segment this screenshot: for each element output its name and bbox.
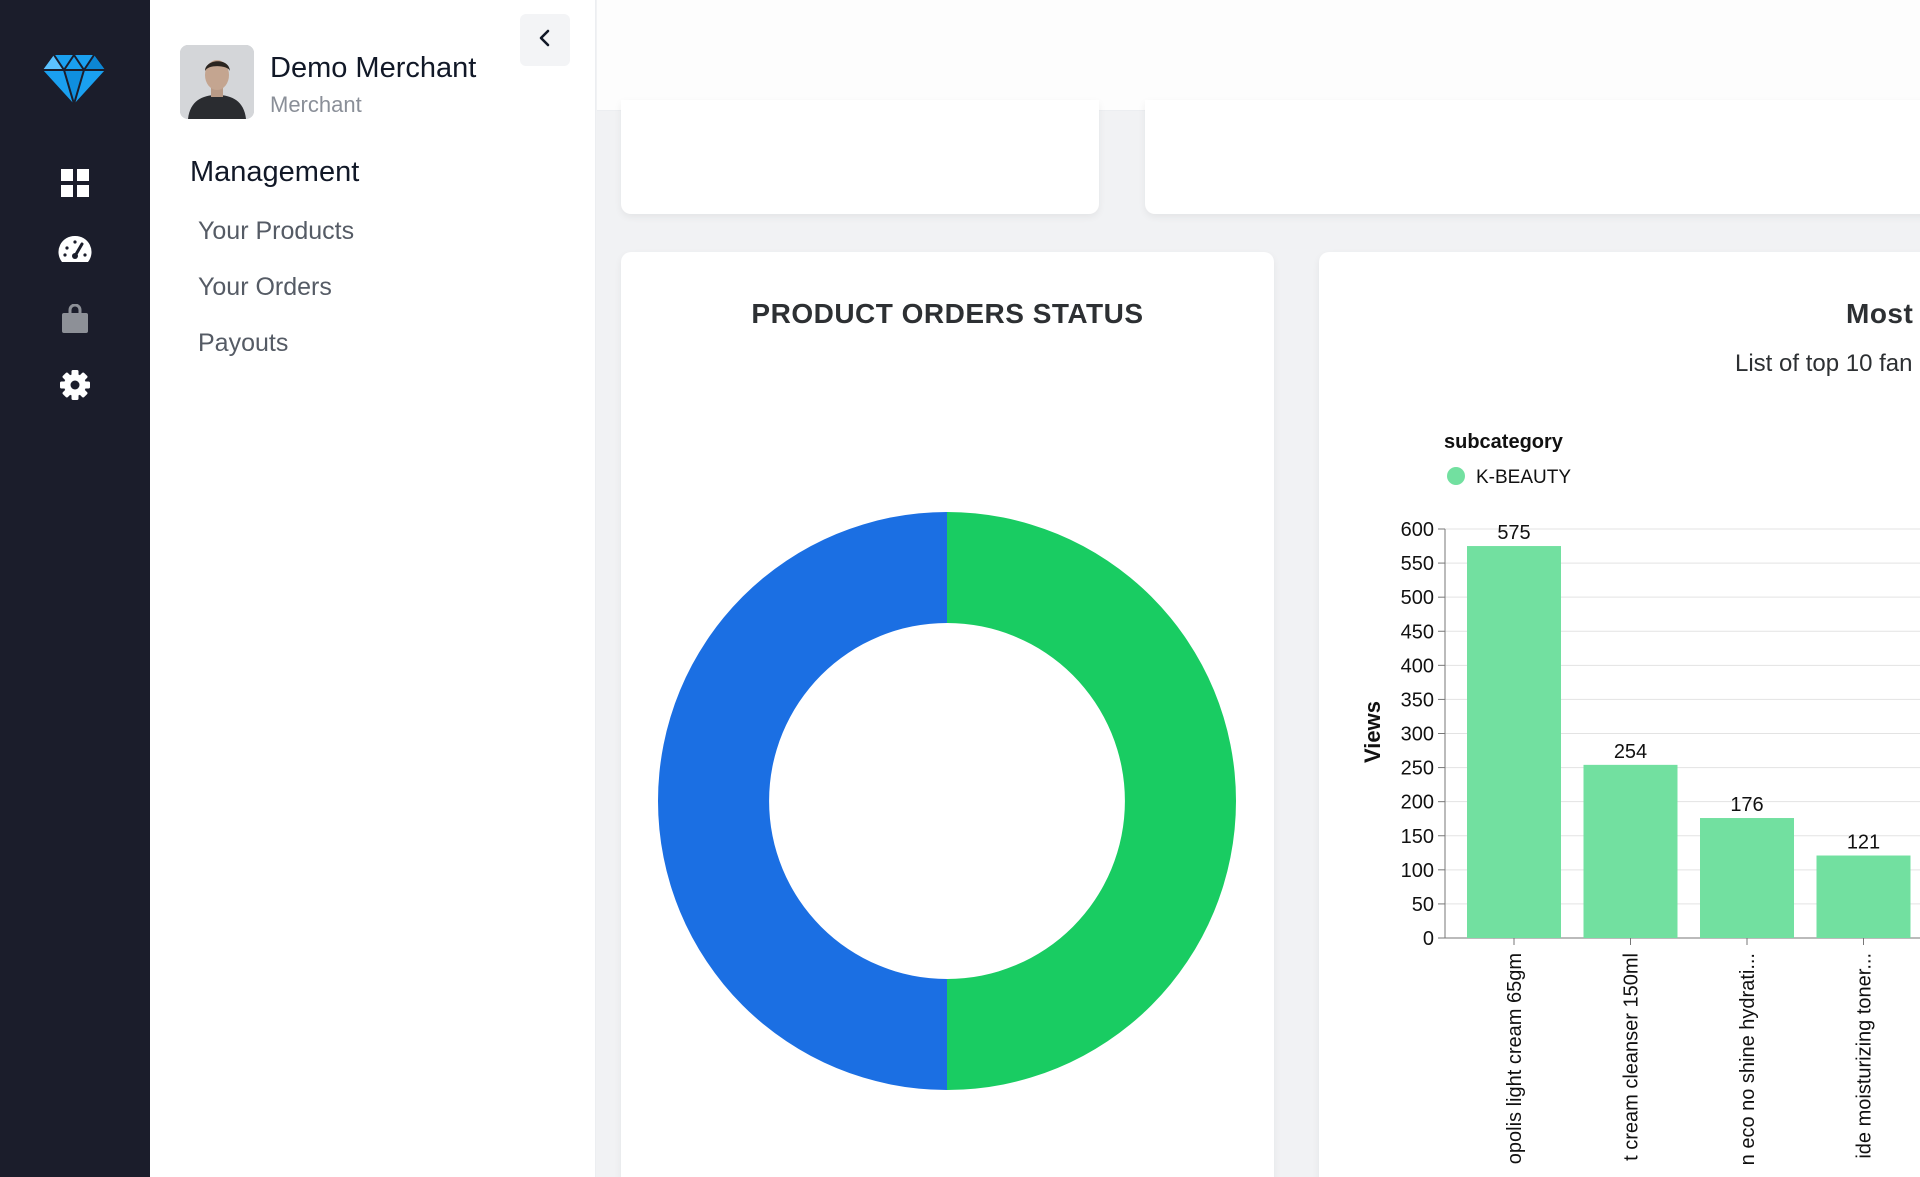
y-tick-label: 200 xyxy=(1401,792,1434,814)
top-bar xyxy=(597,0,1920,111)
stat-card xyxy=(621,100,1099,214)
bar[interactable] xyxy=(1816,855,1911,938)
y-tick-label: 350 xyxy=(1401,689,1434,711)
y-tick-label: 50 xyxy=(1412,894,1434,916)
bar[interactable] xyxy=(1700,818,1794,938)
chevron-left-icon xyxy=(538,28,552,53)
y-tick-label: 600 xyxy=(1401,519,1434,541)
icon-rail xyxy=(0,0,150,1177)
collapse-sidebar-button[interactable] xyxy=(520,14,570,66)
y-tick-label: 100 xyxy=(1401,860,1434,882)
legend-label: K-BEAUTY xyxy=(1476,467,1571,488)
donut-chart xyxy=(658,512,1236,1090)
x-tick-label: t cream cleanser 150ml xyxy=(1621,953,1643,1161)
y-tick-label: 300 xyxy=(1401,724,1434,746)
bar[interactable] xyxy=(1583,764,1678,938)
dashboard-grid-icon[interactable] xyxy=(58,166,92,200)
shopping-bag-icon[interactable] xyxy=(58,302,92,336)
y-tick-label: 250 xyxy=(1401,758,1434,780)
stat-card xyxy=(1145,100,1920,214)
sidebar-item-your-orders[interactable]: Your Orders xyxy=(198,273,332,302)
diamond-logo-icon[interactable] xyxy=(42,53,106,110)
user-role: Merchant xyxy=(270,92,362,117)
bar-data-label: 575 xyxy=(1497,522,1530,544)
legend-title: subcategory xyxy=(1444,431,1564,453)
y-axis-label: Views xyxy=(1360,701,1385,763)
legend-swatch xyxy=(1447,467,1465,485)
bar-data-label: 176 xyxy=(1730,794,1763,816)
x-tick-label: opolis light cream 65gm xyxy=(1504,953,1526,1164)
speedometer-icon[interactable] xyxy=(58,233,92,267)
y-tick-label: 550 xyxy=(1401,553,1434,575)
management-sidebar: Demo Merchant Merchant Management Your P… xyxy=(150,0,596,1177)
bar-data-label: 121 xyxy=(1847,832,1880,854)
donut-slice[interactable] xyxy=(658,512,947,1090)
y-tick-label: 150 xyxy=(1401,826,1434,848)
x-tick-label: n eco no shine hydrati... xyxy=(1737,953,1759,1165)
donut-slice[interactable] xyxy=(947,512,1236,1090)
user-name: Demo Merchant xyxy=(270,52,477,84)
y-tick-label: 400 xyxy=(1401,655,1434,677)
most-viewed-card: Most List of top 10 fan subcategory K-BEA… xyxy=(1319,252,1920,1177)
sidebar-item-your-products[interactable]: Your Products xyxy=(198,217,354,246)
bar-chart: subcategory K-BEAUTY 0 50 100 150 200 250 300 350… xyxy=(1360,431,1920,1165)
bar-data-label: 254 xyxy=(1614,741,1647,763)
bar[interactable] xyxy=(1467,546,1561,938)
x-tick-label: ide moisturizing toner... xyxy=(1854,953,1876,1159)
y-tick-label: 450 xyxy=(1401,621,1434,643)
sidebar-item-payouts[interactable]: Payouts xyxy=(198,329,288,358)
gear-icon[interactable] xyxy=(58,368,92,402)
product-orders-status-card: PRODUCT ORDERS STATUS xyxy=(621,252,1274,1177)
y-tick-label: 500 xyxy=(1401,587,1434,609)
section-title-management: Management xyxy=(190,156,360,188)
y-tick-label: 0 xyxy=(1423,928,1434,950)
avatar[interactable] xyxy=(180,45,254,119)
